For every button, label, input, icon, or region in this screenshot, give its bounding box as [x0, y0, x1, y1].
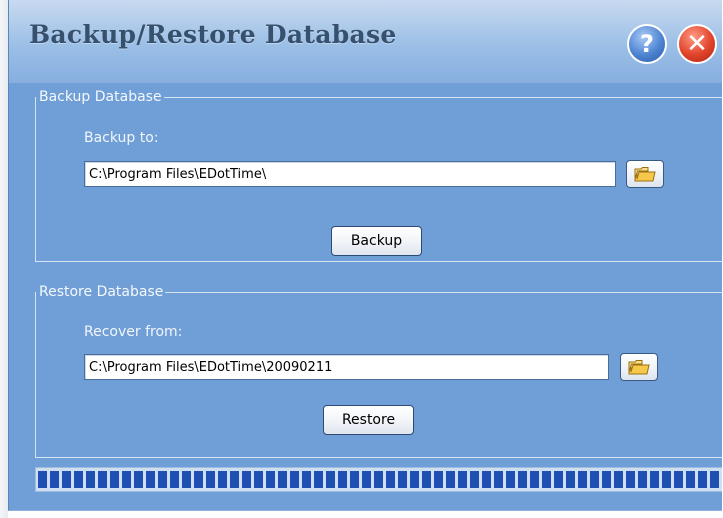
help-icon[interactable]: ?	[627, 24, 667, 64]
backup-to-label: Backup to:	[84, 130, 159, 146]
title-bar: Backup/Restore Database ? ✕	[9, 0, 722, 83]
backup-path-input[interactable]	[84, 161, 616, 187]
backup-database-group: Backup Database Backup to: Backup	[35, 88, 722, 262]
backup-button[interactable]: Backup	[331, 226, 422, 256]
backup-browse-button[interactable]	[626, 160, 664, 188]
recover-from-label: Recover from:	[84, 324, 183, 340]
restore-browse-button[interactable]	[620, 353, 658, 381]
restore-button[interactable]: Restore	[323, 405, 414, 435]
close-icon[interactable]: ✕	[677, 24, 717, 64]
restore-database-group: Restore Database Recover from: Restore	[35, 283, 722, 458]
desktop-edge	[0, 0, 8, 518]
backup-restore-dialog: Backup/Restore Database ? ✕ Backup Datab…	[8, 0, 722, 511]
restore-path-input[interactable]	[84, 354, 609, 380]
dialog-title: Backup/Restore Database	[29, 20, 397, 49]
folder-icon	[628, 360, 650, 375]
folder-icon	[634, 167, 656, 182]
restore-group-title: Restore Database	[36, 283, 166, 301]
backup-group-title: Backup Database	[36, 88, 164, 106]
progress-bar	[35, 467, 722, 492]
progress-fill	[38, 471, 722, 488]
